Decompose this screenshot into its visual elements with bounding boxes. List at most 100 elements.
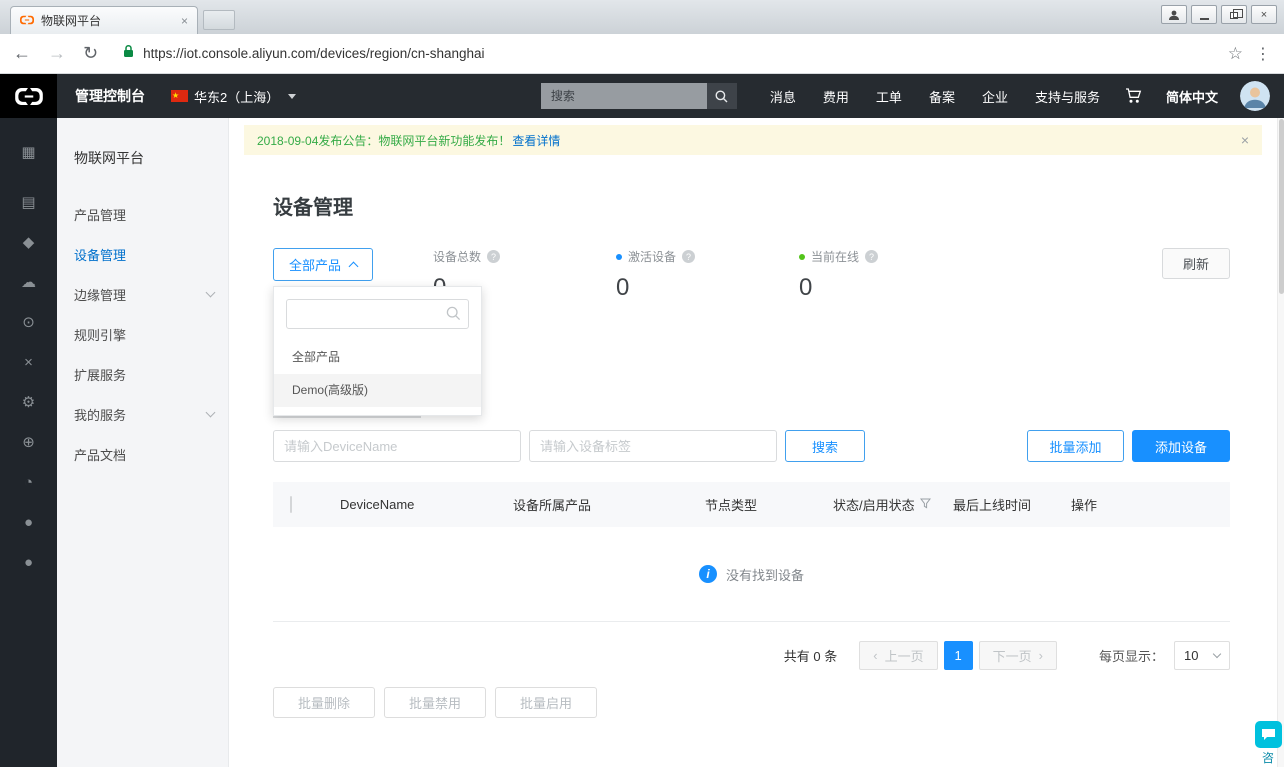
scrollbar[interactable]: [1277, 118, 1284, 767]
device-name-input[interactable]: [273, 430, 521, 462]
batch-delete-button[interactable]: 批量删除: [273, 687, 376, 718]
per-page-select[interactable]: 10: [1174, 641, 1230, 670]
dropdown-search-input[interactable]: [286, 299, 469, 329]
service-dot-icon[interactable]: ●: [0, 502, 57, 542]
sidebar: 物联网平台 产品管理 设备管理 边缘管理 规则引擎 扩展服务 我的服务 产品文档: [57, 118, 229, 767]
filter-funnel-icon[interactable]: [919, 497, 931, 512]
sidebar-item-extended-services[interactable]: 扩展服务: [57, 354, 228, 394]
browser-tab[interactable]: 物联网平台 ×: [10, 6, 198, 34]
chevron-down-icon: [1212, 649, 1222, 659]
topnav-item-messages[interactable]: 消息: [770, 87, 796, 106]
refresh-button[interactable]: 刷新: [1162, 248, 1230, 279]
global-search-input[interactable]: [540, 83, 707, 109]
apps-grid-icon[interactable]: ▦: [0, 132, 57, 172]
topnav-item-tickets[interactable]: 工单: [876, 87, 902, 106]
settings-gear-icon[interactable]: ⚙: [0, 382, 57, 422]
stats-row: 全部产品 设备总数 ? 0: [273, 248, 1230, 416]
scrollbar-thumb[interactable]: [1279, 119, 1284, 294]
prev-page-button[interactable]: ‹ 上一页: [859, 641, 938, 670]
products-icon[interactable]: ◆: [0, 222, 57, 262]
browser-tabbar: 物联网平台 × ×: [0, 0, 1284, 34]
body-row: ▦ ▤ ◆ ☁ ⊙ × ⚙ ⊕ ◔ ● ● 物联网平台 产品管理 设备管理 边缘…: [0, 118, 1284, 767]
batch-add-button[interactable]: 批量添加: [1027, 430, 1124, 462]
global-search-button[interactable]: [706, 83, 737, 109]
sidebar-title: 物联网平台: [74, 150, 144, 166]
network-globe-icon[interactable]: ⊕: [0, 422, 57, 462]
sidebar-item-product-management[interactable]: 产品管理: [57, 194, 228, 234]
dropdown-search: [286, 299, 469, 329]
service-dot2-icon[interactable]: ●: [0, 542, 57, 582]
add-device-button[interactable]: 添加设备: [1132, 430, 1230, 462]
help-question-icon[interactable]: ?: [487, 250, 501, 263]
cloud-storage-icon[interactable]: ☁: [0, 262, 57, 302]
col-actions: 操作: [1071, 498, 1098, 513]
site-favicon-icon: [20, 14, 34, 28]
sidebar-item-product-docs[interactable]: 产品文档: [57, 434, 228, 474]
tab-close-icon[interactable]: ×: [181, 14, 188, 28]
col-device-name: DeviceName: [340, 497, 415, 512]
batch-enable-button[interactable]: 批量启用: [495, 687, 598, 718]
console-list-icon[interactable]: ▤: [0, 182, 57, 222]
close-button[interactable]: ×: [1251, 5, 1277, 24]
search-button[interactable]: 搜索: [785, 430, 865, 462]
topnav-item-billing[interactable]: 费用: [823, 87, 849, 106]
back-button[interactable]: ←: [13, 43, 31, 64]
bookmark-star-icon[interactable]: ☆: [1228, 44, 1243, 64]
topnav-item-enterprise[interactable]: 企业: [982, 87, 1008, 106]
address-bar[interactable]: https://iot.console.aliyun.com/devices/r…: [115, 40, 1220, 68]
monitor-clock-icon[interactable]: ◔: [0, 462, 57, 502]
empty-state: i 没有找到设备: [273, 527, 1230, 622]
chevron-up-icon: [348, 261, 359, 272]
next-page-button[interactable]: 下一页 ›: [978, 641, 1057, 670]
topnav-item-icp[interactable]: 备案: [929, 87, 955, 106]
tab-title: 物联网平台: [41, 14, 102, 28]
user-avatar[interactable]: [1240, 81, 1270, 111]
aliyun-logo-icon[interactable]: [0, 74, 57, 118]
screen: 物联网平台 × × ← → ↻ https://iot.console.aliy…: [0, 0, 1284, 767]
device-tag-input[interactable]: [529, 430, 777, 462]
browser-profile-button[interactable]: [1161, 5, 1187, 24]
current-page-button[interactable]: 1: [943, 641, 973, 670]
select-all-checkbox[interactable]: [290, 496, 292, 513]
batch-disable-button[interactable]: 批量禁用: [384, 687, 487, 718]
forward-button[interactable]: →: [48, 43, 66, 64]
announcement-close-icon[interactable]: ×: [1241, 132, 1249, 148]
reload-button[interactable]: ↻: [83, 43, 98, 64]
sidebar-item-edge-management[interactable]: 边缘管理: [57, 274, 228, 314]
stat-online-devices-value: 0: [799, 274, 813, 301]
minimize-button[interactable]: [1191, 5, 1217, 24]
chevron-down-icon: [288, 93, 297, 99]
search-icon: [446, 306, 461, 326]
info-icon: i: [698, 565, 717, 583]
browser-menu-icon[interactable]: ⋮: [1255, 44, 1271, 64]
help-question-icon[interactable]: ?: [865, 250, 879, 263]
sidebar-item-my-services[interactable]: 我的服务: [57, 394, 228, 434]
stat-activated-devices-value: 0: [616, 274, 630, 301]
stat-online-devices: 当前在线 ? 0: [799, 248, 982, 302]
language-selector[interactable]: 简体中文: [1166, 87, 1218, 106]
tools-x-icon[interactable]: ×: [0, 342, 57, 382]
browser-urlbar: ← → ↻ https://iot.console.aliyun.com/dev…: [0, 34, 1284, 74]
chat-widget[interactable]: 咨: [1253, 721, 1283, 766]
device-table: DeviceName 设备所属产品 节点类型 状态/启用状态 最后上线时间 操作: [273, 482, 1230, 622]
col-node-type: 节点类型: [705, 498, 758, 513]
console-home-link[interactable]: 管理控制台: [75, 86, 145, 106]
topnav-item-support[interactable]: 支持与服务: [1035, 87, 1100, 106]
dropdown-option-all-products[interactable]: 全部产品: [274, 341, 481, 374]
content-area: 设备管理 全部产品 设备总数 ? 0: [229, 155, 1284, 718]
maximize-button[interactable]: [1221, 5, 1247, 24]
sidebar-item-device-management[interactable]: 设备管理: [57, 234, 228, 274]
chat-bubble-icon[interactable]: [1254, 721, 1282, 748]
cart-icon[interactable]: [1125, 88, 1142, 104]
cloud-compute-icon[interactable]: ⊙: [0, 302, 57, 342]
help-question-icon[interactable]: ?: [682, 250, 696, 263]
new-tab-button[interactable]: [203, 10, 235, 30]
region-selector[interactable]: ★ 华东2（上海）: [171, 87, 297, 106]
pagination: 共有 0 条 ‹ 上一页 1 下一页 › 每页显示： 10: [273, 641, 1230, 670]
window-controls: ×: [1161, 5, 1277, 24]
empty-text: 没有找到设备: [725, 567, 804, 583]
announcement-link[interactable]: 查看详情: [512, 132, 560, 149]
product-filter-select[interactable]: 全部产品: [273, 248, 373, 281]
sidebar-item-rules-engine[interactable]: 规则引擎: [57, 314, 228, 354]
dropdown-option-demo[interactable]: Demo(高级版): [274, 374, 481, 407]
